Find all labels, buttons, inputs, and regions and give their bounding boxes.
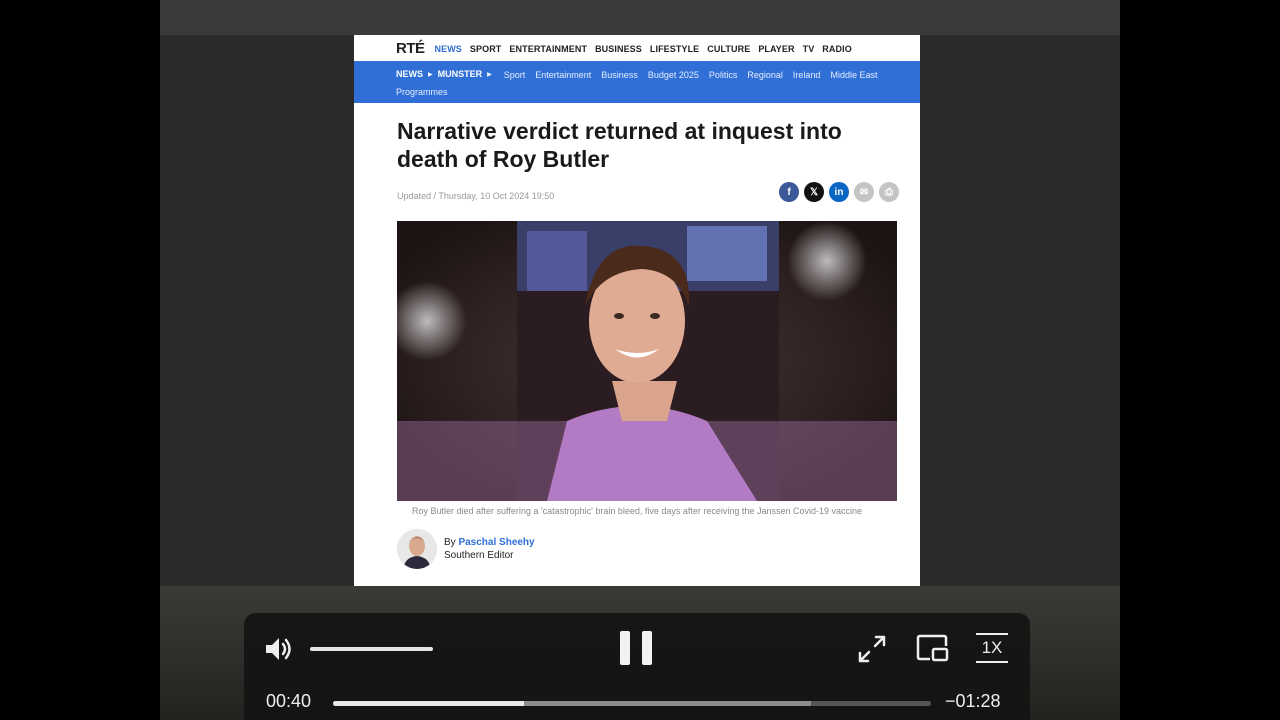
email-icon: ✉: [854, 182, 874, 202]
topnav-sport: SPORT: [469, 44, 502, 54]
article-screenshot: RTÉ NEWS SPORT ENTERTAINMENT BUSINESS LIFEST…: [354, 35, 920, 586]
seek-bar[interactable]: [333, 701, 931, 706]
portrait-illustration: [397, 221, 897, 501]
pause-icon[interactable]: [618, 631, 654, 667]
played-bar: [333, 701, 525, 706]
subnav-item: Sport: [503, 70, 526, 80]
photo-caption: Roy Butler died after suffering a 'catas…: [411, 506, 862, 516]
article-timestamp: Updated / Thursday, 10 Oct 2024 19:50: [397, 191, 555, 201]
subnav-programmes: Programmes: [396, 87, 448, 97]
subnav-item: Ireland: [792, 70, 821, 80]
topnav-entertainment: ENTERTAINMENT: [509, 44, 588, 54]
print-icon: ⎙: [879, 182, 899, 202]
subnav-item: Regional: [747, 70, 783, 80]
subnav-item: Business: [601, 70, 638, 80]
article-photo: [397, 221, 897, 501]
x-icon: 𝕏: [804, 182, 824, 202]
linkedin-icon: in: [829, 182, 849, 202]
share-bar: f 𝕏 in ✉ ⎙: [774, 182, 899, 202]
caret-right-icon: ▶: [487, 71, 492, 78]
subnav-item: Politics: [708, 70, 738, 80]
site-top-nav: RTÉ NEWS SPORT ENTERTAINMENT BUSINESS LIFEST…: [354, 35, 920, 61]
volume-slider[interactable]: [310, 647, 433, 651]
subnav-item: Middle East: [830, 70, 878, 80]
breadcrumb-news: NEWS: [396, 69, 423, 79]
byline: By Paschal Sheehy Southern Editor: [397, 529, 535, 569]
author-role: Southern Editor: [444, 550, 514, 561]
remaining-time: −01:28: [945, 691, 1001, 711]
facebook-icon: f: [779, 182, 799, 202]
video-frame[interactable]: RTÉ NEWS SPORT ENTERTAINMENT BUSINESS LIFEST…: [160, 0, 1120, 720]
rte-logo: RTÉ: [396, 39, 425, 57]
topnav-player: PLAYER: [758, 44, 795, 54]
author-link: Paschal Sheehy: [458, 537, 535, 548]
article-headline: Narrative verdict returned at inquest in…: [397, 118, 842, 172]
subnav-item: Budget 2025: [647, 70, 699, 80]
topnav-radio: RADIO: [822, 44, 852, 54]
picture-in-picture-icon[interactable]: [916, 633, 950, 663]
author-avatar: [397, 529, 437, 569]
expand-icon[interactable]: [856, 633, 888, 665]
topnav-culture: CULTURE: [707, 44, 751, 54]
byline-prefix: By: [444, 537, 456, 548]
frame-top-band: [160, 0, 1120, 35]
site-sub-nav: NEWS ▶ MUNSTER ▶ Sport Entertainment Busin…: [354, 61, 920, 103]
current-time: 00:40: [266, 691, 312, 711]
breadcrumb-munster: MUNSTER: [437, 69, 483, 79]
subnav-item: Entertainment: [535, 70, 592, 80]
topnav-tv: TV: [802, 44, 815, 54]
playback-speed-button[interactable]: 1X: [976, 633, 1008, 663]
caret-right-icon: ▶: [428, 71, 433, 78]
topnav-lifestyle: LIFESTYLE: [649, 44, 700, 54]
topnav-news: NEWS: [434, 44, 462, 54]
volume-icon[interactable]: [264, 635, 296, 663]
player-controls: 1X 00:40 −01:28: [244, 613, 1030, 720]
video-player: RTÉ NEWS SPORT ENTERTAINMENT BUSINESS LIFEST…: [0, 0, 1280, 720]
topnav-business: BUSINESS: [595, 44, 642, 54]
